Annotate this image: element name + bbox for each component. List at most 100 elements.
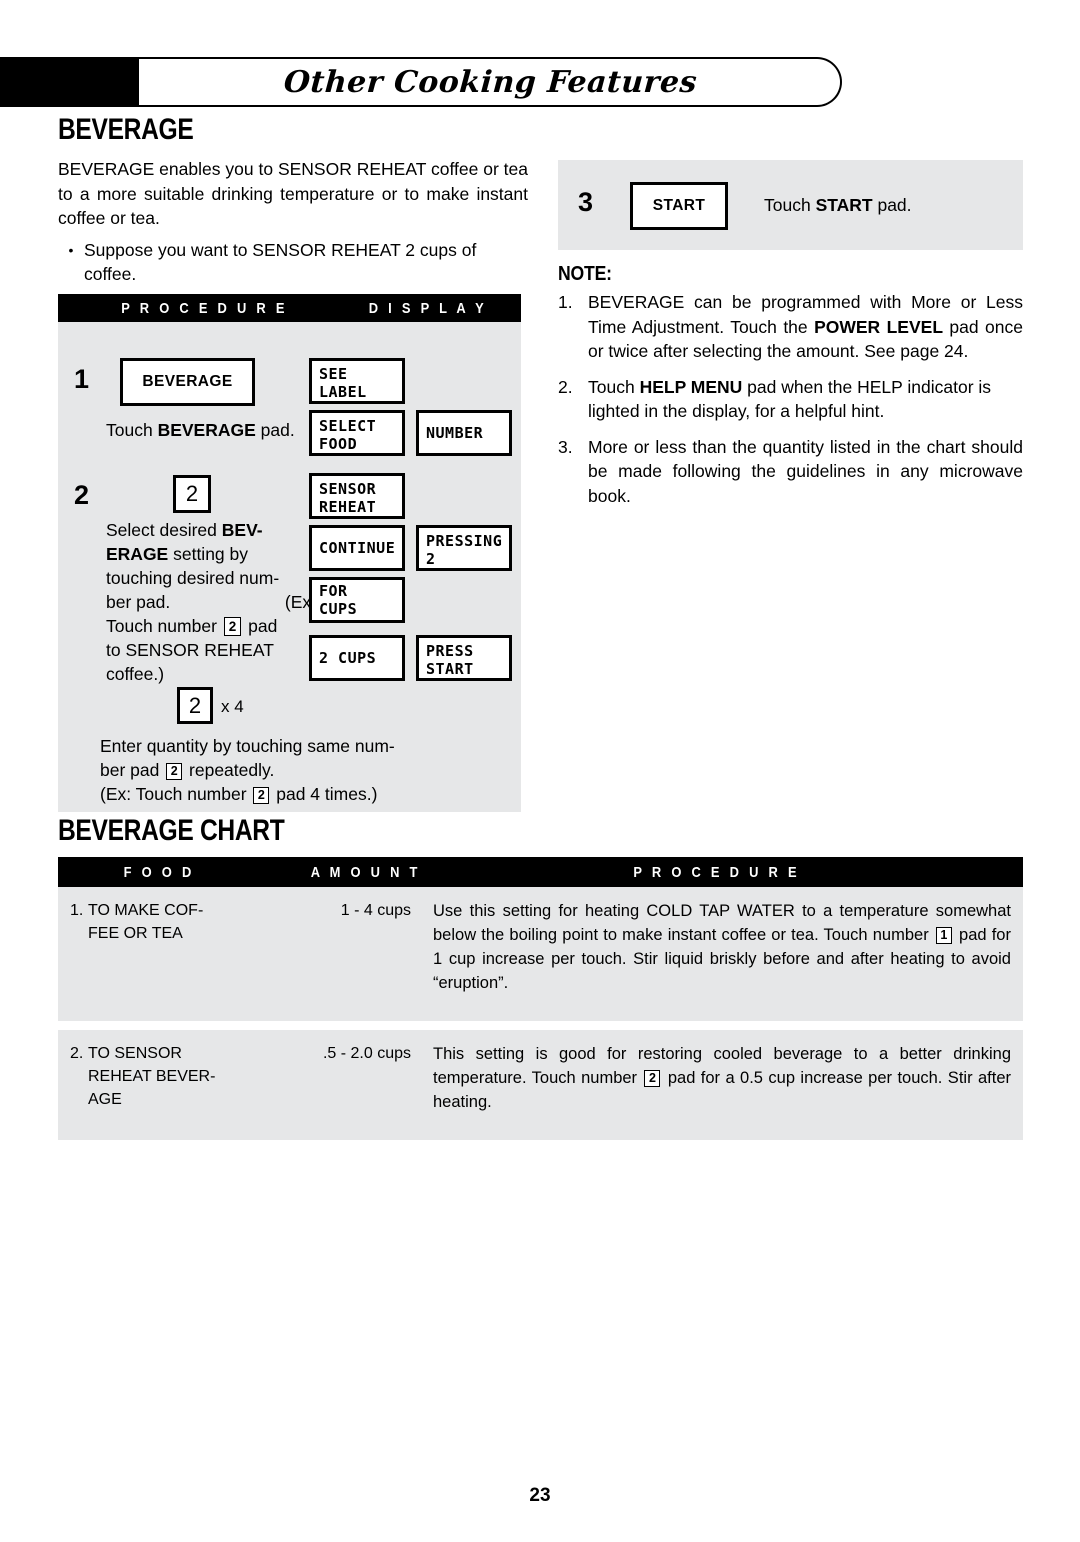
repeat-line3-b: pad 4 times.) bbox=[271, 784, 378, 804]
bullet-dot-icon: • bbox=[68, 241, 74, 258]
step-2-line5-a: Touch number bbox=[106, 616, 222, 636]
step-2-line1-a: Select desired bbox=[106, 520, 222, 540]
lcd-press-start-line1: PRESS bbox=[426, 642, 474, 660]
lcd-pressing-line2: 2 bbox=[426, 550, 436, 568]
lcd-select-food: SELECT FOOD bbox=[309, 410, 405, 456]
lcd-for-cups: FOR CUPS bbox=[309, 577, 405, 623]
repeat-line2-a: ber pad bbox=[100, 760, 165, 780]
beverage-bullet-item: • Suppose you want to SENSOR REHEAT 2 cu… bbox=[58, 238, 528, 287]
number-2-pad-button[interactable]: 2 bbox=[173, 475, 211, 513]
chart-row-1-procedure: Use this setting for heating COLD TAP WA… bbox=[433, 899, 1023, 995]
beverage-pad-button[interactable]: BEVERAGE bbox=[120, 358, 255, 406]
chart-row-1-amount: 1 - 4 cups bbox=[340, 902, 411, 919]
lcd-number-line1: NUMBER bbox=[426, 424, 484, 442]
note-2-body: Touch HELP MENU pad when the HELP indica… bbox=[588, 375, 1023, 424]
lcd-select-food-line1: SELECT bbox=[319, 417, 377, 435]
inline-key-2-example[interactable]: 2 bbox=[253, 787, 270, 804]
lcd-select-food-line2: FOOD bbox=[319, 435, 358, 453]
step-2-line6: to SENSOR REHEAT bbox=[106, 640, 274, 660]
chart-column-header-procedure: P R O C E D U R E bbox=[633, 863, 800, 881]
beverage-intro-paragraph: BEVERAGE enables you to SENSOR REHEAT co… bbox=[58, 159, 528, 228]
note-list: 1. BEVERAGE can be programmed with More … bbox=[558, 290, 1023, 519]
step-1-text-suffix: pad. bbox=[255, 420, 295, 440]
lcd-2-cups: 2 CUPS bbox=[309, 635, 405, 681]
step-1-instruction: Touch BEVERAGE pad. bbox=[106, 418, 336, 442]
step-2-line3: touching desired num- bbox=[106, 568, 280, 588]
chart-row-2-food-line2: REHEAT BEVER- bbox=[88, 1068, 216, 1085]
inline-key-2[interactable]: 2 bbox=[223, 617, 242, 636]
step-2-line5-b: pad bbox=[243, 616, 278, 636]
note-item-1: 1. BEVERAGE can be programmed with More … bbox=[558, 290, 1023, 364]
lcd-pressing-line1: PRESSING bbox=[426, 532, 503, 550]
manual-page: Other Cooking Features BEVERAGE BEVERAGE… bbox=[0, 0, 1080, 1542]
banner-black-block bbox=[0, 57, 139, 107]
lcd-sensor-reheat-line2: REHEAT bbox=[319, 498, 377, 516]
beverage-chart-table: F O O D A M O U N T P R O C E D U R E 1.… bbox=[58, 857, 1023, 1140]
column-header-display: D I S P L A Y bbox=[368, 299, 487, 317]
chart-column-header-food: F O O D bbox=[123, 863, 195, 881]
lcd-continue: CONTINUE bbox=[309, 525, 405, 571]
chart-row-2-food-line1: TO SENSOR bbox=[88, 1045, 182, 1062]
step-2-line2-b: setting by bbox=[168, 544, 249, 564]
lcd-2-cups-line1: 2 CUPS bbox=[319, 649, 377, 667]
note-1-number: 1. bbox=[558, 292, 573, 312]
lcd-press-start: PRESS START bbox=[416, 635, 512, 681]
chart-row-1-food: 1. TO MAKE COF- FEE OR TEA bbox=[58, 899, 283, 995]
note-3-body: More or less than the quantity listed in… bbox=[588, 436, 1023, 506]
repeat-line3-a: (Ex: Touch number bbox=[100, 784, 252, 804]
step-1-text-prefix: Touch bbox=[106, 420, 158, 440]
beverage-chart-heading: BEVERAGE CHART bbox=[58, 814, 285, 847]
step-1-number: 1 bbox=[74, 364, 90, 394]
step-2-line7: coffee.) bbox=[106, 664, 165, 684]
beverage-section-heading: BEVERAGE bbox=[58, 113, 194, 146]
lcd-press-start-line2: START bbox=[426, 660, 474, 678]
chart-row-1-inline-key-1[interactable]: 1 bbox=[935, 927, 952, 944]
note-2-bold: HELP MENU bbox=[639, 376, 743, 397]
start-pad-button[interactable]: START bbox=[630, 182, 728, 230]
step-2-repeat-instruction: Enter quantity by touching same num- ber… bbox=[100, 734, 400, 806]
chart-row-1-proc-a: Use this setting for heating COLD TAP WA… bbox=[433, 902, 1011, 944]
chart-header-row: F O O D A M O U N T P R O C E D U R E bbox=[58, 857, 1023, 887]
repeat-line1: Enter quantity by touching same num- bbox=[100, 736, 395, 756]
chart-row-2-amount: .5 - 2.0 cups bbox=[322, 1045, 411, 1062]
lcd-see-label-line1: SEE bbox=[319, 365, 348, 383]
step-2-number: 2 bbox=[74, 480, 90, 510]
note-1-body: BEVERAGE can be programmed with More or … bbox=[588, 290, 1023, 364]
repeat-number-2-pad[interactable]: 2 bbox=[177, 687, 213, 724]
procedure-table-header-row: P R O C E D U R E D I S P L A Y bbox=[58, 294, 521, 322]
procedure-table-body: 1 BEVERAGE Touch BEVERAGE pad. SEE LABEL… bbox=[58, 322, 521, 812]
note-item-2: 2. Touch HELP MENU pad when the HELP ind… bbox=[558, 375, 1023, 424]
procedure-step-3: 3 START Touch START pad. bbox=[558, 160, 1023, 250]
step-2-line2-a: ERAGE bbox=[106, 544, 169, 564]
chart-row-2-food-line3: AGE bbox=[88, 1091, 122, 1108]
chart-row-1-food-line1: TO MAKE COF- bbox=[88, 902, 204, 919]
lcd-continue-line1: CONTINUE bbox=[319, 539, 396, 557]
page-title: Other Cooking Features bbox=[282, 64, 699, 100]
note-1-bold: POWER LEVEL bbox=[814, 316, 944, 337]
step-3-instruction: Touch START pad. bbox=[764, 193, 912, 217]
column-header-procedure: P R O C E D U R E bbox=[121, 299, 288, 317]
chart-row-2: 2. TO SENSOR REHEAT BEVER- AGE .5 - 2.0 … bbox=[58, 1030, 1023, 1140]
inline-key-2-repeat[interactable]: 2 bbox=[166, 763, 183, 780]
note-3-number: 3. bbox=[558, 436, 573, 457]
step-2-line4-a: ber pad. bbox=[106, 592, 171, 612]
step-2-instruction: Select desired BEV- ERAGE setting by tou… bbox=[106, 518, 316, 686]
chart-row-1: 1. TO MAKE COF- FEE OR TEA 1 - 4 cups Us… bbox=[58, 887, 1023, 1021]
lcd-see-label-line2: LABEL bbox=[319, 383, 367, 401]
note-2-number: 2. bbox=[558, 376, 573, 397]
repeat-times-label: x 4 bbox=[221, 697, 244, 716]
step-1-text-bold: BEVERAGE bbox=[157, 420, 256, 440]
chart-column-header-amount: A M O U N T bbox=[310, 863, 421, 881]
step-2-line1-b: BEV- bbox=[221, 520, 263, 540]
page-number: 23 bbox=[529, 1485, 551, 1506]
chart-row-2-food: 2. TO SENSOR REHEAT BEVER- AGE bbox=[58, 1042, 283, 1114]
lcd-see-label: SEE LABEL bbox=[309, 358, 405, 404]
beverage-intro-block: BEVERAGE enables you to SENSOR REHEAT co… bbox=[58, 157, 528, 287]
step-3-text-prefix: Touch bbox=[764, 195, 816, 215]
chart-row-2-procedure: This setting is good for restoring coole… bbox=[433, 1042, 1023, 1114]
lcd-for-cups-line1: FOR CUPS bbox=[319, 582, 358, 618]
note-heading: NOTE: bbox=[558, 263, 612, 285]
step-3-text-bold: START bbox=[815, 195, 873, 215]
chart-row-2-number: 2. bbox=[70, 1045, 84, 1062]
chart-row-2-inline-key-2[interactable]: 2 bbox=[644, 1070, 661, 1087]
